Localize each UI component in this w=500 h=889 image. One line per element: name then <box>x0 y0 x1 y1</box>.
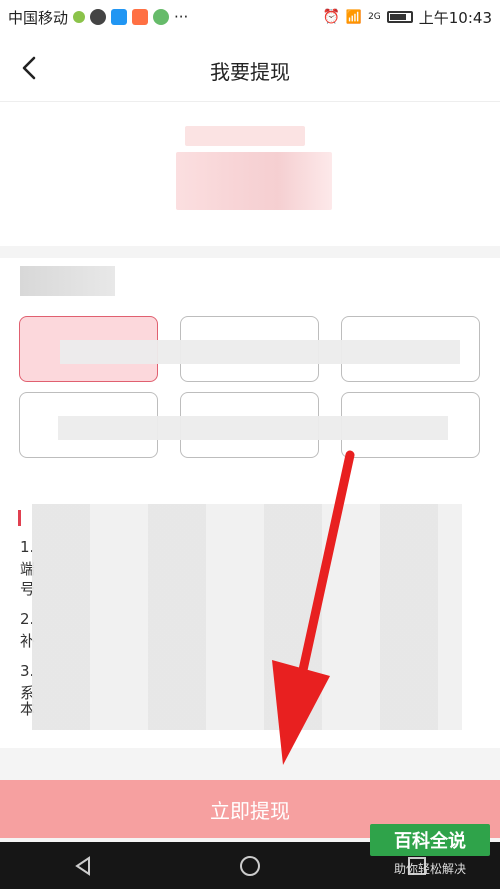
h-app-icon <box>111 9 128 25</box>
watermark-logo: 百科全说 助你轻松解决 <box>370 824 490 886</box>
notes-marker <box>18 510 21 526</box>
withdraw-notes: 1. 端 号 2. 补 3. 系 本 <box>0 478 500 748</box>
balance-amount-blurred <box>176 152 332 210</box>
amount-selection <box>0 258 500 478</box>
home-circle-icon[interactable] <box>238 854 262 878</box>
game-app-icon <box>132 9 149 25</box>
more-notifications: ··· <box>174 8 189 26</box>
back-triangle-icon[interactable] <box>71 854 95 878</box>
amount-row2-blur <box>58 416 448 440</box>
carrier-label: 中国移动 <box>8 8 69 27</box>
video-app-icon <box>73 11 86 23</box>
notes-mosaic <box>32 504 462 730</box>
music-app-icon <box>90 9 107 25</box>
clock: 上午10:43 <box>418 8 492 27</box>
amount-row1-blur <box>60 340 460 364</box>
battery-icon <box>386 11 413 23</box>
camera-app-icon <box>153 9 170 25</box>
watermark-title: 百科全说 <box>370 824 490 856</box>
balance-label-blurred <box>185 126 305 146</box>
page-title: 我要提现 <box>210 60 290 84</box>
nav-bar: 我要提现 <box>0 34 500 102</box>
alarm-icon: ⏰ <box>322 9 340 25</box>
balance-card <box>0 102 500 246</box>
withdraw-now-label: 立即提现 <box>210 798 290 823</box>
watermark-subtitle: 助你轻松解决 <box>393 862 466 876</box>
wifi-icon: 📶 <box>345 9 363 25</box>
network-type-label: 2G <box>368 12 381 22</box>
status-bar: 中国移动 ··· ⏰ 📶 2G 上午10:43 <box>0 0 500 34</box>
amount-heading-blurred <box>20 266 115 296</box>
